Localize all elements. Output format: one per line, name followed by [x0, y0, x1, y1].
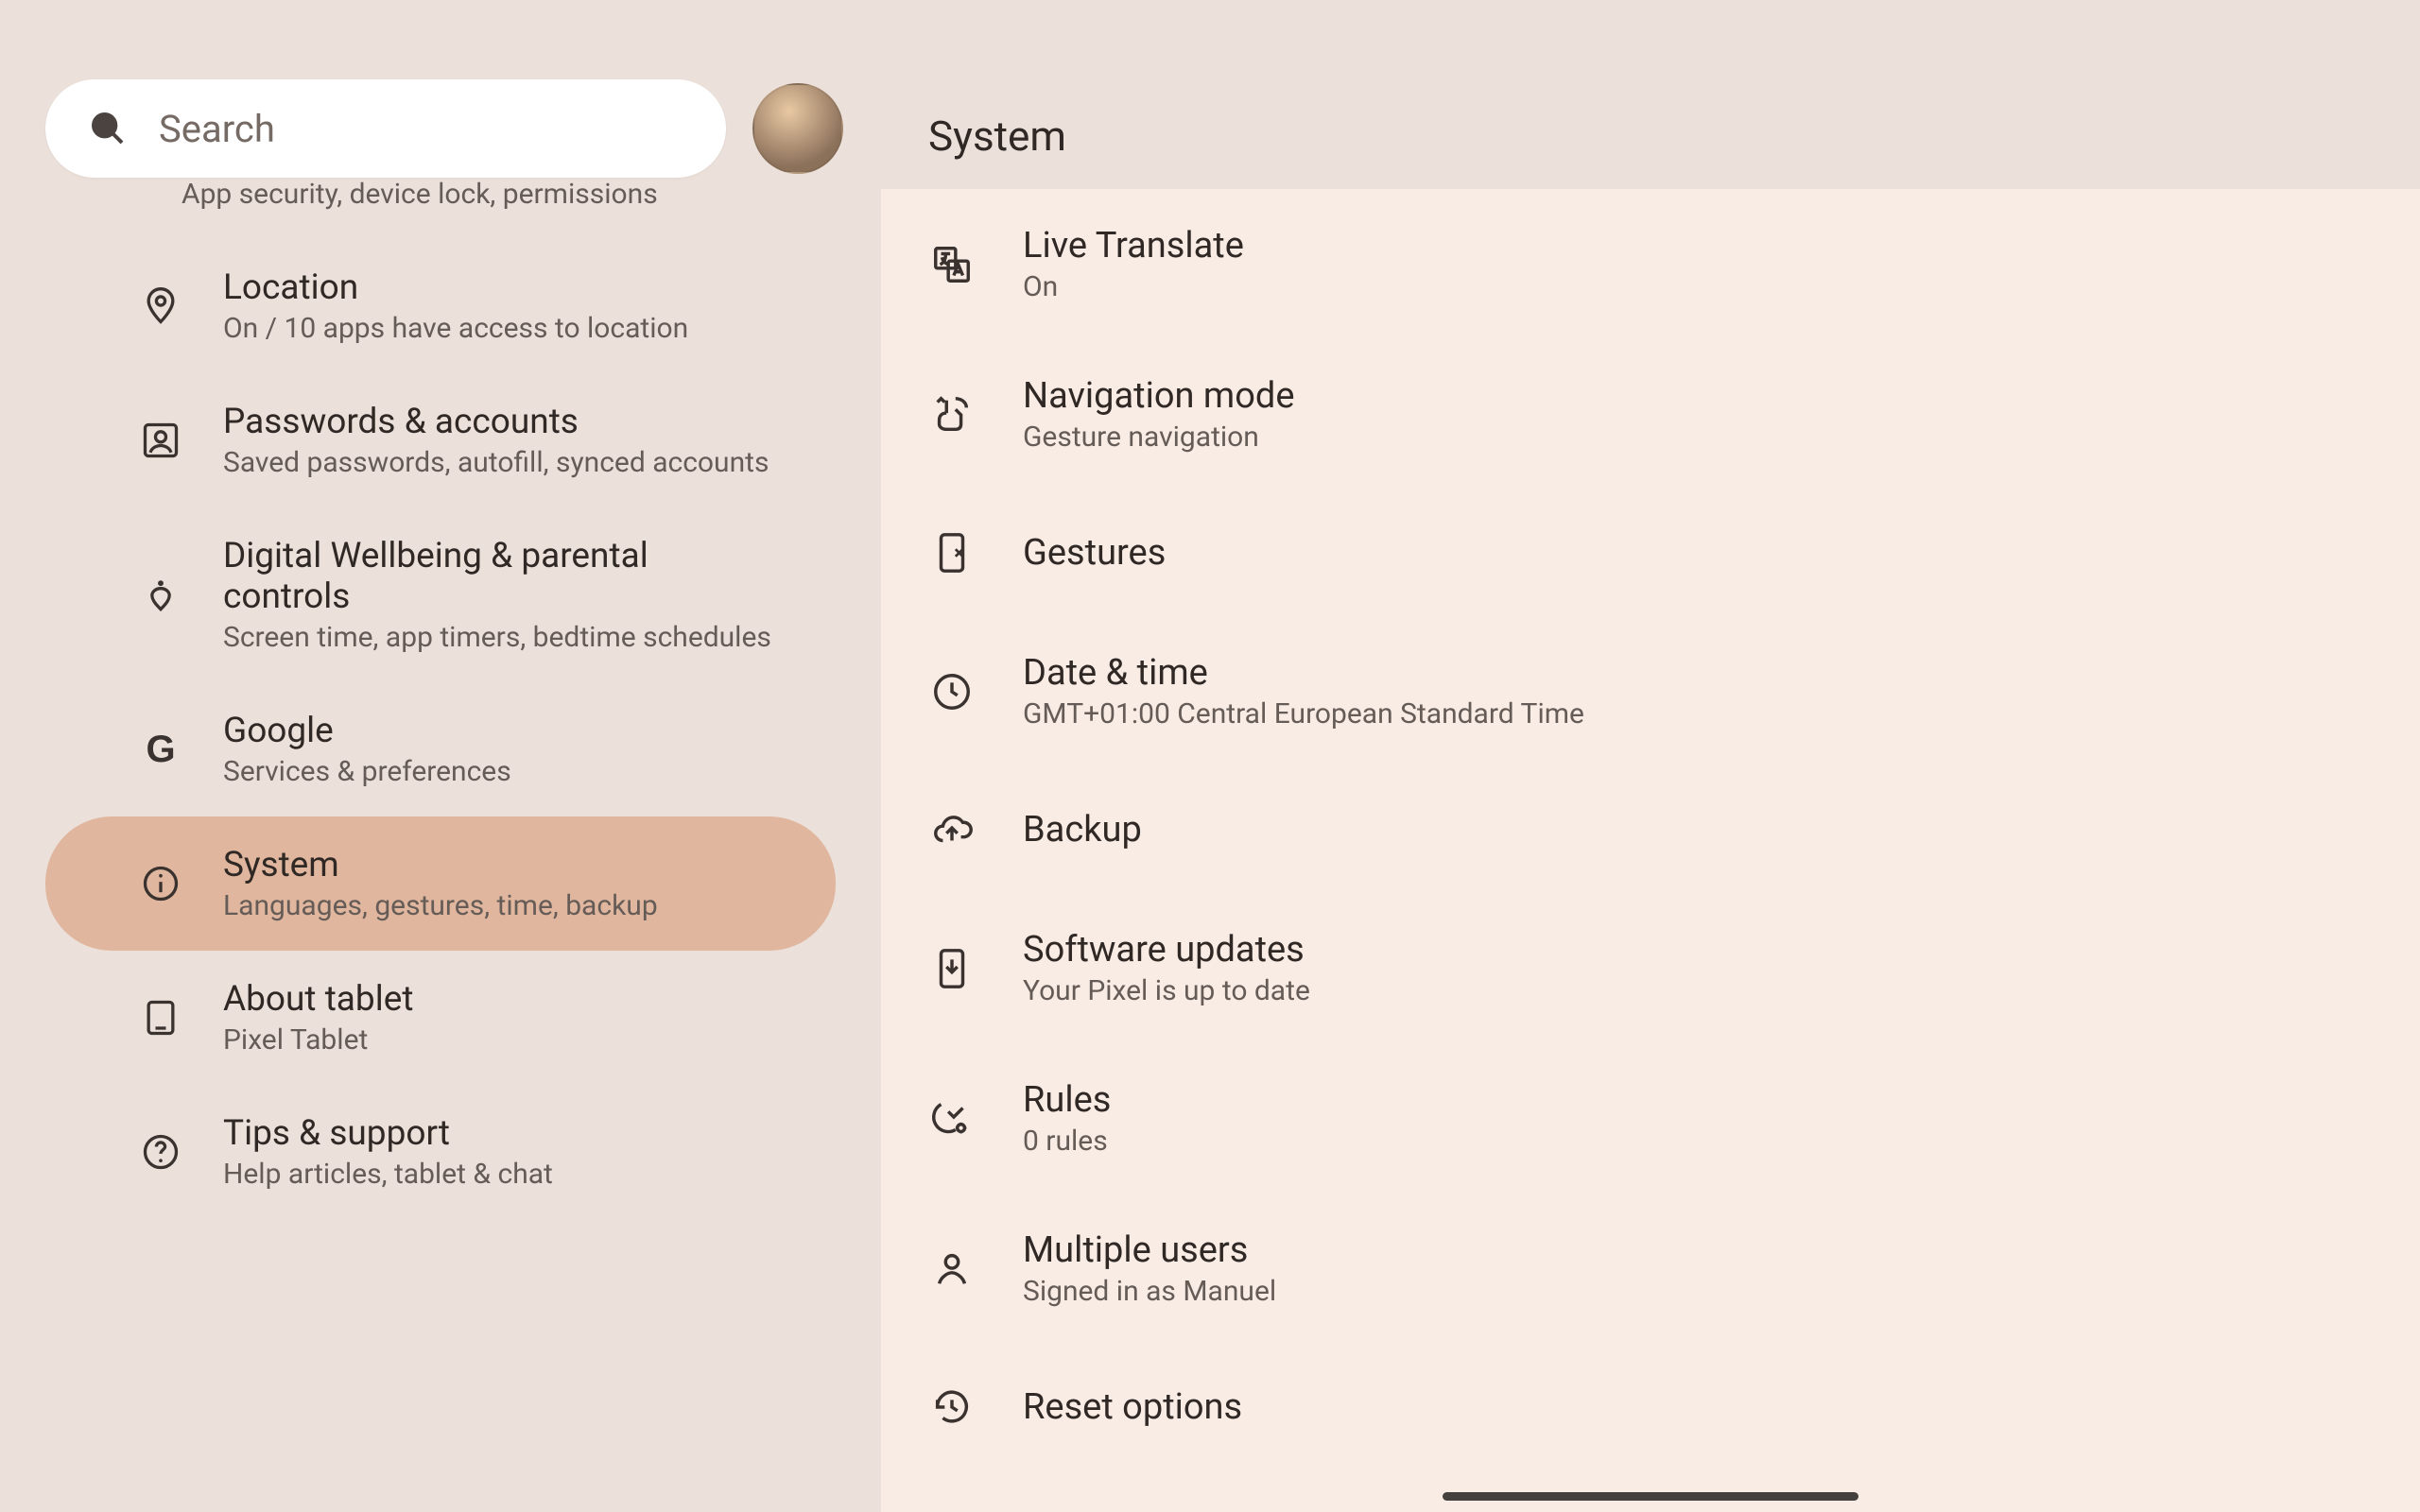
system-update-icon — [930, 947, 974, 990]
setting-title: Software updates — [1023, 929, 1310, 971]
sidebar-item-passwords[interactable]: Passwords & accounts Saved passwords, au… — [45, 373, 836, 507]
settings-sidebar: Search App security, device lock, permis… — [0, 0, 881, 1512]
location-icon — [140, 285, 182, 327]
phone-gesture-icon — [930, 531, 974, 575]
sidebar-item-title: Tips & support — [223, 1113, 553, 1154]
setting-title: Reset options — [1023, 1386, 1242, 1428]
help-icon — [140, 1131, 182, 1173]
sidebar-item-subtitle-truncated: App security, device lock, permissions — [0, 178, 881, 239]
setting-navigation-mode[interactable]: Navigation mode Gesture navigation — [881, 339, 2420, 490]
google-g-icon: G — [140, 729, 182, 770]
person-icon — [930, 1247, 974, 1291]
sidebar-item-subtitle: On / 10 apps have access to location — [223, 312, 688, 345]
sidebar-item-title: Passwords & accounts — [223, 402, 769, 442]
sidebar-item-wellbeing[interactable]: Digital Wellbeing & parental controls Sc… — [45, 507, 836, 682]
setting-subtitle: GMT+01:00 Central European Standard Time — [1023, 697, 1584, 730]
tablet-icon — [140, 997, 182, 1039]
sidebar-item-subtitle: Pixel Tablet — [223, 1023, 413, 1057]
setting-multiple-users[interactable]: Multiple users Signed in as Manuel — [881, 1194, 2420, 1344]
gesture-nav-handle[interactable] — [1443, 1492, 1858, 1501]
setting-title: Multiple users — [1023, 1229, 1276, 1271]
setting-title: Gestures — [1023, 532, 1166, 574]
detail-pane: System Live Translate On Navigation mode… — [881, 0, 2420, 1512]
restore-icon — [930, 1385, 974, 1429]
setting-title: Date & time — [1023, 652, 1584, 694]
cloud-up-icon — [930, 808, 974, 851]
wellbeing-icon — [140, 575, 182, 616]
info-icon — [140, 863, 182, 904]
setting-title: Navigation mode — [1023, 375, 1295, 417]
sidebar-item-title: Google — [223, 711, 511, 751]
setting-rules[interactable]: Rules 0 rules — [881, 1043, 2420, 1194]
sidebar-item-subtitle: Saved passwords, autofill, synced accoun… — [223, 446, 769, 479]
setting-subtitle: 0 rules — [1023, 1125, 1111, 1158]
setting-gestures[interactable]: Gestures — [881, 490, 2420, 616]
sidebar-item-subtitle: Help articles, tablet & chat — [223, 1158, 553, 1191]
setting-software-updates[interactable]: Software updates Your Pixel is up to dat… — [881, 893, 2420, 1043]
sidebar-item-location[interactable]: Location On / 10 apps have access to loc… — [45, 239, 836, 373]
rules-icon — [930, 1097, 974, 1141]
setting-subtitle: Signed in as Manuel — [1023, 1275, 1276, 1308]
setting-title: Rules — [1023, 1079, 1111, 1121]
translate-icon — [930, 243, 974, 286]
sidebar-item-title: Location — [223, 267, 688, 308]
sidebar-item-subtitle: Services & preferences — [223, 755, 511, 788]
search-placeholder: Search — [159, 107, 275, 151]
detail-header: System — [881, 0, 2420, 189]
setting-reset-options[interactable]: Reset options — [881, 1344, 2420, 1470]
setting-live-translate[interactable]: Live Translate On — [881, 189, 2420, 339]
clock-icon — [930, 670, 974, 713]
setting-backup[interactable]: Backup — [881, 766, 2420, 893]
setting-subtitle: Gesture navigation — [1023, 421, 1295, 454]
sidebar-item-system[interactable]: System Languages, gestures, time, backup — [45, 816, 836, 951]
sidebar-item-subtitle: Screen time, app timers, bedtime schedul… — [223, 621, 783, 654]
sidebar-item-title: About tablet — [223, 979, 413, 1020]
setting-title: Backup — [1023, 809, 1142, 850]
sidebar-item-title: Digital Wellbeing & parental controls — [223, 536, 783, 617]
setting-title: Live Translate — [1023, 225, 1244, 266]
sidebar-item-title: System — [223, 845, 658, 885]
page-title: System — [928, 112, 1066, 161]
sidebar-item-subtitle: Languages, gestures, time, backup — [223, 889, 658, 922]
setting-subtitle: On — [1023, 270, 1244, 303]
setting-date-time[interactable]: Date & time GMT+01:00 Central European S… — [881, 616, 2420, 766]
setting-subtitle: Your Pixel is up to date — [1023, 974, 1310, 1007]
search-input[interactable]: Search — [45, 79, 726, 178]
swipe-icon — [930, 393, 974, 437]
sidebar-item-about[interactable]: About tablet Pixel Tablet — [45, 951, 836, 1085]
profile-avatar[interactable] — [752, 83, 843, 174]
account-box-icon — [140, 420, 182, 461]
sidebar-item-tips[interactable]: Tips & support Help articles, tablet & c… — [45, 1085, 836, 1219]
sidebar-item-google[interactable]: G Google Services & preferences — [45, 682, 836, 816]
search-icon — [89, 110, 127, 147]
